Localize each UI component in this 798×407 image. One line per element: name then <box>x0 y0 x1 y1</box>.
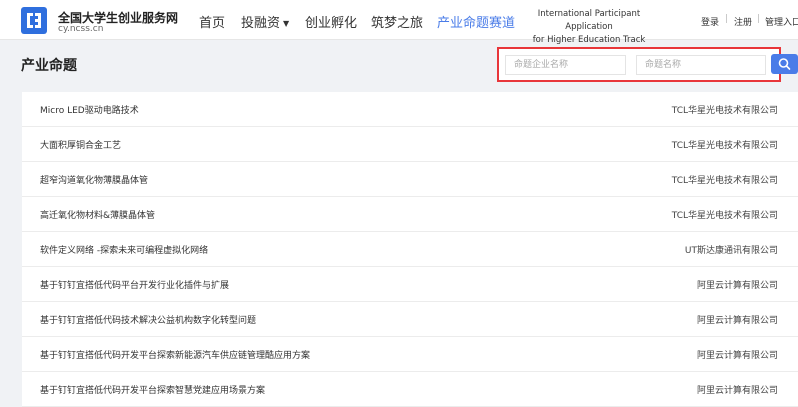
topic-title[interactable]: 基于钉钉宜搭低代码技术解决公益机构数字化转型问题 <box>40 313 256 326</box>
topic-title[interactable]: 大面积厚铜合金工艺 <box>40 138 121 151</box>
topic-company: TCL华星光电技术有限公司 <box>671 141 778 151</box>
topic-company: 阿里云计算有限公司 <box>696 386 778 396</box>
topic-list: Micro LED驱动电路技术 TCL华星光电技术有限公司 大面积厚铜合金工艺 … <box>22 92 798 407</box>
search-button[interactable] <box>771 54 798 74</box>
nav-item-investment-label: 投融资 <box>241 16 281 31</box>
search-icon <box>778 58 791 70</box>
separator: | <box>725 14 729 24</box>
list-item[interactable]: 软件定义网络 -探索未来可编程虚拟化网络 UT斯达康通讯有限公司 <box>22 232 798 267</box>
nav-item-investment[interactable]: 投融资 ▼ <box>241 12 289 31</box>
list-item[interactable]: 基于钉钉宜搭低代码技术解决公益机构数字化转型问题 阿里云计算有限公司 <box>22 302 798 337</box>
topic-title[interactable]: 超窄沟道氧化物薄膜晶体管 <box>40 173 148 186</box>
list-item[interactable]: 基于钉钉宜搭低代码平台开发行业化插件与扩展 阿里云计算有限公司 <box>22 267 798 302</box>
topic-title[interactable]: Micro LED驱动电路技术 <box>40 103 139 116</box>
topic-title[interactable]: 基于钉钉宜搭低代码开发平台探索新能源汽车供应链管理酷应用方案 <box>40 348 310 361</box>
topic-company: 阿里云计算有限公司 <box>696 281 778 291</box>
nav-item-home[interactable]: 首页 <box>199 12 225 31</box>
topic-name-input[interactable] <box>636 55 766 75</box>
list-item[interactable]: 超窄沟道氧化物薄膜晶体管 TCL华星光电技术有限公司 <box>22 162 798 197</box>
topic-title[interactable]: 高迁氧化物材料&薄膜晶体管 <box>40 208 155 221</box>
topic-company: TCL华星光电技术有限公司 <box>671 106 778 116</box>
topic-company: TCL华星光电技术有限公司 <box>671 176 778 186</box>
logo-icon[interactable] <box>21 7 47 34</box>
nav-sub-line1: International Participant Application <box>537 9 641 32</box>
list-item[interactable]: Micro LED驱动电路技术 TCL华星光电技术有限公司 <box>22 92 798 127</box>
caret-down-icon: ▼ <box>283 19 290 28</box>
page-title: 产业命题 <box>21 58 77 74</box>
topic-company: TCL华星光电技术有限公司 <box>671 211 778 221</box>
topic-company: 阿里云计算有限公司 <box>696 351 778 361</box>
login-link[interactable]: 登录 <box>701 15 719 28</box>
topic-title[interactable]: 基于钉钉宜搭低代码开发平台探索智慧党建应用场景方案 <box>40 383 265 396</box>
search-filter-box <box>497 47 781 82</box>
nav-item-incubation[interactable]: 创业孵化 <box>305 12 357 31</box>
topic-title[interactable]: 基于钉钉宜搭低代码平台开发行业化插件与扩展 <box>40 278 229 291</box>
list-item[interactable]: 基于钉钉宜搭低代码开发平台探索新能源汽车供应链管理酷应用方案 阿里云计算有限公司 <box>22 337 798 372</box>
list-item[interactable]: 大面积厚铜合金工艺 TCL华星光电技术有限公司 <box>22 127 798 162</box>
topic-title[interactable]: 软件定义网络 -探索未来可编程虚拟化网络 <box>40 243 208 256</box>
separator: | <box>757 14 761 24</box>
nav-item-industry-track[interactable]: 产业命题赛道 <box>437 12 515 31</box>
list-item[interactable]: 基于钉钉宜搭低代码开发平台探索智慧党建应用场景方案 阿里云计算有限公司 <box>22 372 798 407</box>
top-header: 全国大学生创业服务网 cy.ncss.cn 首页 投融资 ▼ 创业孵化 筑梦之旅 … <box>0 0 798 45</box>
nav-sub-line2: for Higher Education Track <box>532 35 646 45</box>
company-name-input[interactable] <box>505 55 626 75</box>
site-url[interactable]: cy.ncss.cn <box>58 24 103 34</box>
topic-company: 阿里云计算有限公司 <box>696 316 778 326</box>
admin-link[interactable]: 管理入口 <box>765 15 798 28</box>
register-link[interactable]: 注册 <box>734 15 752 28</box>
topic-company: UT斯达康通讯有限公司 <box>684 246 778 256</box>
nav-item-dream-journey[interactable]: 筑梦之旅 <box>371 12 423 31</box>
list-item[interactable]: 高迁氧化物材料&薄膜晶体管 TCL华星光电技术有限公司 <box>22 197 798 232</box>
nav-item-international[interactable]: International Participant Application fo… <box>524 8 654 47</box>
